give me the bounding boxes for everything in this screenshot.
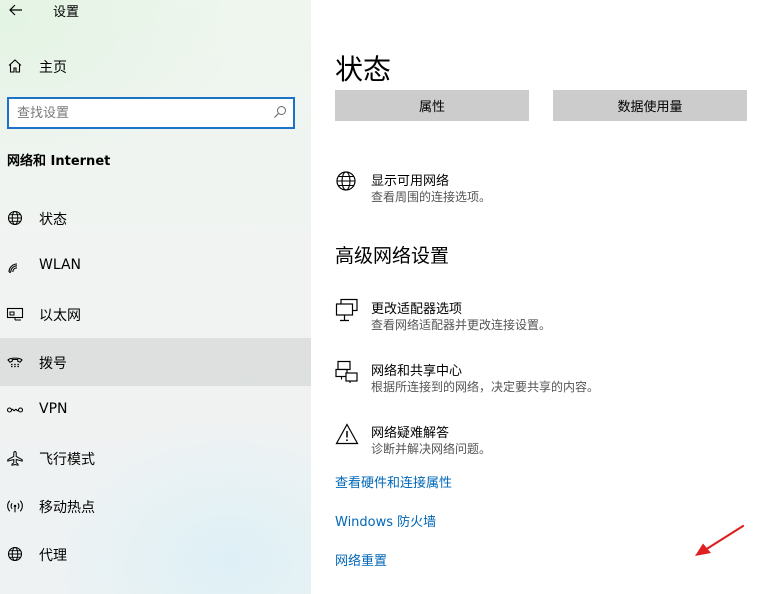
- back-button[interactable]: [0, 0, 32, 20]
- globe-icon: [7, 546, 23, 562]
- sidebar-item-mobile-hotspot[interactable]: 移动热点: [0, 482, 311, 530]
- hotspot-icon: [7, 500, 23, 513]
- sidebar-item-label: 主页: [39, 60, 67, 76]
- network-sharing-center[interactable]: 网络和共享中心 根据所连接到的网络，决定要共享的内容。: [335, 360, 755, 404]
- main-content: 状态 属性 数据使用量 显示可用网络 查看周围的连接选项。 高级网络设置 更改适…: [311, 0, 780, 594]
- windows-firewall-link[interactable]: Windows 防火墙: [335, 511, 436, 530]
- adapter-icon: [335, 298, 358, 322]
- option-description: 查看网络适配器并更改连接设置。: [371, 318, 552, 332]
- option-description: 根据所连接到的网络，决定要共享的内容。: [371, 380, 600, 394]
- option-description: 诊断并解决网络问题。: [371, 442, 492, 456]
- sidebar: 设置 主页 网络和 Internet 状态 WLAN: [0, 0, 311, 594]
- sidebar-item-dialup[interactable]: 拨号: [0, 338, 311, 386]
- window-title: 设置: [53, 5, 80, 20]
- home-icon: [8, 59, 22, 73]
- airplane-icon: [7, 450, 23, 466]
- option-title: 网络和共享中心: [371, 364, 463, 379]
- section-heading: 网络和 Internet: [7, 154, 111, 169]
- hardware-properties-link[interactable]: 查看硬件和连接属性: [335, 472, 452, 491]
- properties-button[interactable]: 属性: [335, 90, 529, 121]
- sidebar-item-label: VPN: [39, 401, 68, 417]
- back-arrow-icon: [9, 4, 22, 16]
- advanced-settings-heading: 高级网络设置: [335, 245, 450, 267]
- sidebar-item-status[interactable]: 状态: [0, 194, 311, 242]
- sidebar-item-label: 拨号: [39, 356, 67, 372]
- sidebar-item-label: 以太网: [39, 308, 81, 324]
- sidebar-item-label: 飞行模式: [39, 452, 95, 468]
- sidebar-item-label: 状态: [39, 212, 67, 228]
- sidebar-item-label: 代理: [39, 548, 67, 564]
- search-icon[interactable]: [273, 105, 287, 119]
- change-adapter-options[interactable]: 更改适配器选项 查看网络适配器并更改连接设置。: [335, 298, 755, 342]
- annotation-arrow-icon: [695, 524, 745, 556]
- globe-icon: [7, 210, 23, 226]
- sidebar-item-airplane-mode[interactable]: 飞行模式: [0, 434, 311, 482]
- sidebar-item-label: 移动热点: [39, 500, 95, 516]
- option-title: 更改适配器选项: [371, 302, 463, 317]
- show-available-networks[interactable]: 显示可用网络 查看周围的连接选项。: [335, 170, 755, 214]
- vpn-icon: [6, 407, 24, 413]
- sidebar-item-ethernet[interactable]: 以太网: [0, 290, 311, 338]
- sidebar-item-label: WLAN: [39, 257, 82, 273]
- option-description: 查看周围的连接选项。: [371, 190, 492, 204]
- data-usage-button[interactable]: 数据使用量: [553, 90, 747, 121]
- sidebar-item-proxy[interactable]: 代理: [0, 530, 311, 578]
- sidebar-item-wlan[interactable]: WLAN: [0, 242, 311, 290]
- globe-icon: [336, 171, 356, 191]
- wifi-icon: [8, 263, 18, 273]
- phone-icon: [7, 357, 23, 368]
- search-input[interactable]: [17, 104, 257, 122]
- page-title: 状态: [335, 53, 392, 86]
- network-reset-link[interactable]: 网络重置: [335, 550, 387, 569]
- network-troubleshooter[interactable]: 网络疑难解答 诊断并解决网络问题。: [335, 422, 755, 466]
- sidebar-item-home[interactable]: 主页: [0, 50, 311, 82]
- sharing-center-icon: [335, 360, 358, 383]
- search-box[interactable]: [7, 97, 295, 129]
- sidebar-item-vpn[interactable]: VPN: [0, 386, 311, 434]
- option-title: 显示可用网络: [371, 174, 450, 189]
- option-title: 网络疑难解答: [371, 426, 450, 441]
- warning-icon: [335, 423, 359, 445]
- ethernet-icon: [6, 307, 24, 321]
